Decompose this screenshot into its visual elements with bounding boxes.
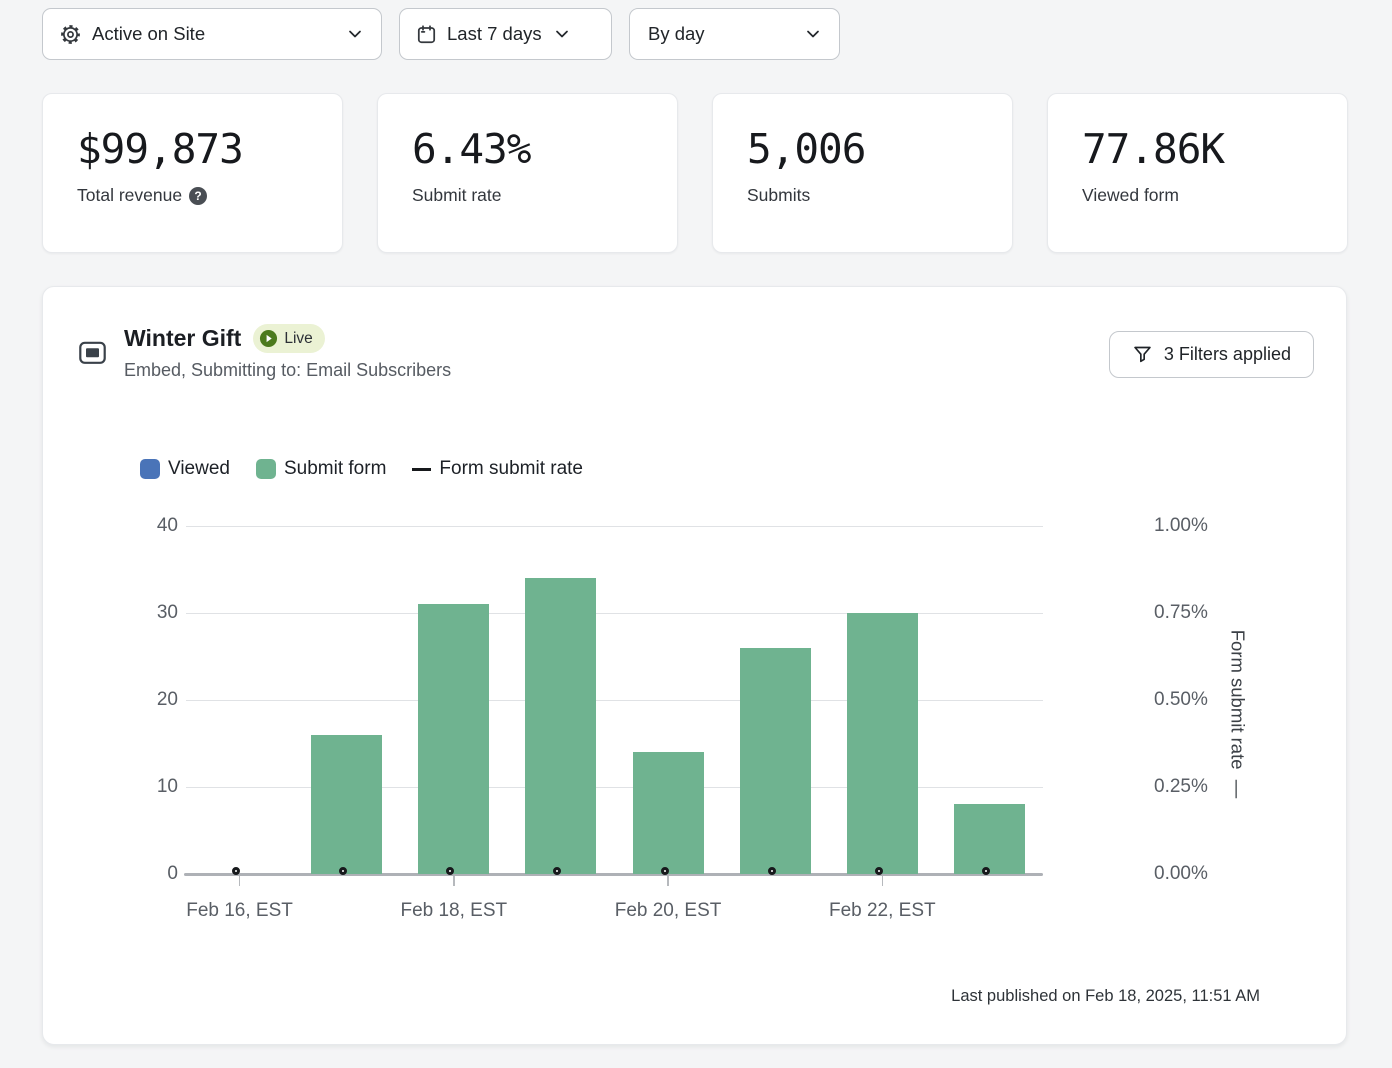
last-published-text: Last published on Feb 18, 2025, 11:51 AM [951,987,1260,1006]
stat-label: Submits [747,185,810,206]
bar-submit-form[interactable] [740,648,811,874]
x-axis-tick-label: Feb 16, EST [155,900,325,922]
right-axis-title-wrap: Form submit rate — [1202,540,1272,888]
metric-dropdown[interactable]: Active on Site [42,8,382,60]
left-axis-tick-label: 30 [114,602,178,624]
right-axis-tick-label: 0.75% [1154,602,1208,624]
line-marker[interactable] [982,867,990,875]
stat-label: Viewed form [1082,185,1179,206]
bar-submit-form[interactable] [847,613,918,874]
filter-bar: Active on Site Last 7 days By day [42,8,840,60]
bar-submit-form[interactable] [633,752,704,874]
line-marker[interactable] [446,867,454,875]
x-axis-tick [239,876,241,886]
x-axis-tick [882,876,884,886]
stat-card-total-revenue: $99,873 Total revenue ? [42,93,343,253]
chevron-down-icon [803,24,823,44]
chevron-down-icon [345,24,365,44]
chevron-down-icon [552,24,572,44]
stat-card-submit-rate: 6.43% Submit rate [377,93,678,253]
bar-submit-form[interactable] [525,578,596,874]
left-axis-tick-label: 20 [114,689,178,711]
bar-submit-form[interactable] [311,735,382,874]
date-range-dropdown[interactable]: Last 7 days [399,8,612,60]
x-axis-tick [667,876,669,886]
line-marker[interactable] [768,867,776,875]
metric-dropdown-label: Active on Site [92,23,205,45]
x-axis-tick-label: Feb 22, EST [797,900,967,922]
x-axis-tick-label: Feb 18, EST [369,900,539,922]
granularity-dropdown[interactable]: By day [629,8,840,60]
stat-card-viewed-form: 77.86K Viewed form [1047,93,1348,253]
date-range-dropdown-label: Last 7 days [447,23,542,45]
left-axis-tick-label: 0 [114,863,178,885]
bar-submit-form[interactable] [418,604,489,874]
stat-value: 77.86K [1082,127,1347,172]
granularity-dropdown-label: By day [648,23,705,45]
stat-value: 5,006 [747,127,1012,172]
x-axis-tick [453,876,455,886]
bar-submit-form[interactable] [954,804,1025,874]
line-marker[interactable] [875,867,883,875]
line-marker[interactable] [232,867,240,875]
help-icon[interactable]: ? [189,187,207,205]
gridline [186,526,1043,527]
stat-value: 6.43% [412,127,677,172]
analytics-page: Active on Site Last 7 days By day [0,0,1392,1068]
left-axis-tick-label: 40 [114,515,178,537]
stat-label: Total revenue [77,185,182,206]
calendar-icon [416,24,437,45]
right-axis-title: Form submit rate — [1226,630,1248,799]
line-marker[interactable] [661,867,669,875]
stat-value: $99,873 [77,127,342,172]
right-axis-tick-label: 0.25% [1154,776,1208,798]
line-marker[interactable] [339,867,347,875]
stat-card-submits: 5,006 Submits [712,93,1013,253]
form-report-card: Winter Gift Live Embed, Submitting to: E… [42,286,1347,1045]
right-axis-tick-label: 1.00% [1154,515,1208,537]
stats-row: $99,873 Total revenue ? 6.43% Submit rat… [42,93,1348,253]
x-axis-tick-label: Feb 20, EST [583,900,753,922]
gear-icon [59,23,82,46]
right-axis-tick-label: 0.00% [1154,863,1208,885]
right-axis-tick-label: 0.50% [1154,689,1208,711]
line-marker[interactable] [553,867,561,875]
chart-plot-area: 0 10 20 30 40 0.00% 0.25% 0.50% 0.75% 1.00% Feb 16… [43,287,1346,1044]
left-axis-tick-label: 10 [114,776,178,798]
stat-label: Submit rate [412,185,501,206]
